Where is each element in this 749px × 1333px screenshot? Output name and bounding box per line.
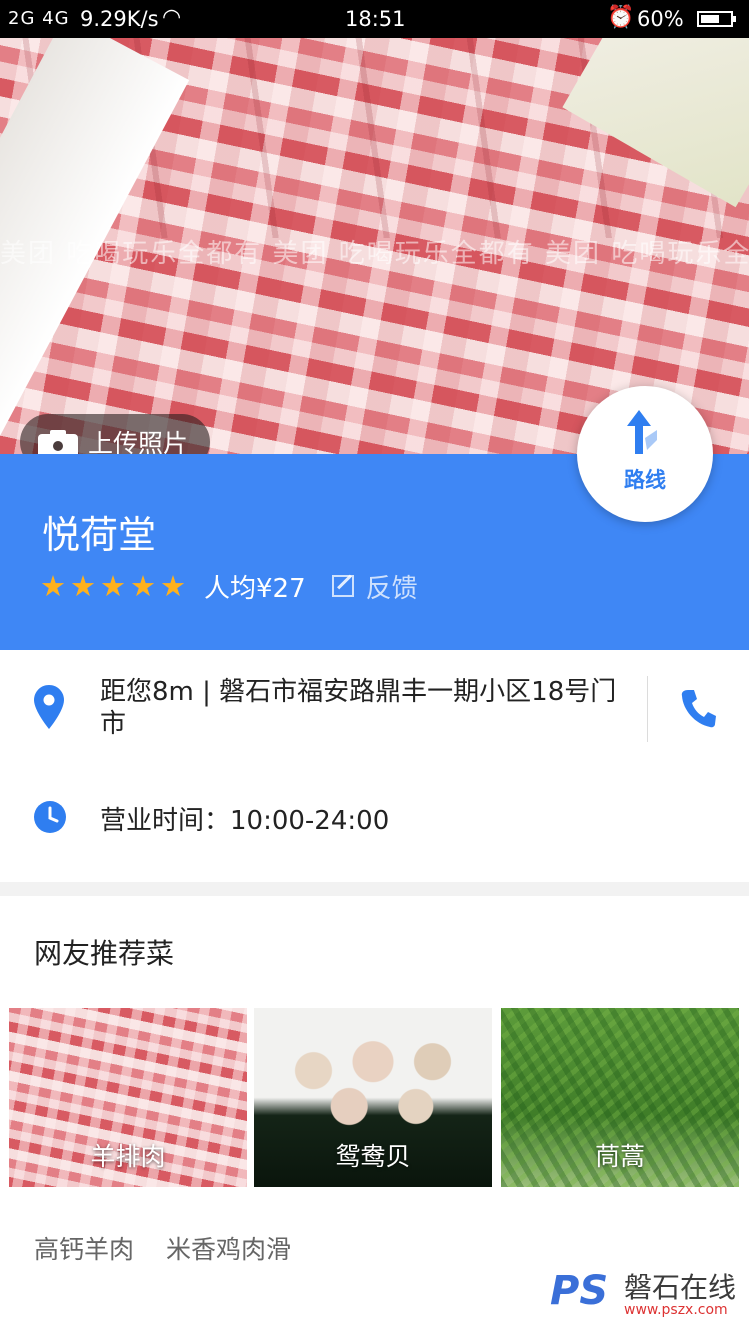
route-button[interactable]: 路线 <box>577 386 713 522</box>
recommend-title: 网友推荐菜 <box>34 937 175 970</box>
recommend-tags: 高钙羊肉 米香鸡肉滑 <box>34 1230 291 1266</box>
feedback-label: 反馈 <box>365 573 418 604</box>
logo-mark: PS <box>550 1268 609 1314</box>
section-divider <box>0 882 749 896</box>
star-icon: ★ <box>100 568 126 603</box>
dish-card[interactable]: 鸳鸯贝 <box>254 1008 492 1187</box>
logo-url: www.pszx.com <box>624 1302 728 1318</box>
star-icon: ★ <box>70 568 96 603</box>
shop-name: 悦荷堂 <box>42 513 157 557</box>
dish-tag[interactable]: 高钙羊肉 <box>34 1230 134 1266</box>
star-icon: ★ <box>130 568 156 603</box>
route-label: 路线 <box>624 468 666 492</box>
signal-icon: 2G 4G <box>8 8 70 29</box>
camera-icon <box>38 428 78 454</box>
site-watermark-logo: PS 磐石在线 www.pszx.com <box>550 1264 745 1324</box>
alarm-icon: ⏰ <box>607 5 635 30</box>
address-row[interactable]: 距您8m | 磐石市福安路鼎丰一期小区18号门市 <box>0 650 749 768</box>
dish-card[interactable]: 羊排肉 <box>9 1008 247 1187</box>
star-icon: ★ <box>160 568 186 603</box>
photo-watermark: 美团 吃喝玩乐全都有 美团 吃喝玩乐全都有 美团 吃喝玩乐全都有 美团 吃喝玩乐… <box>0 239 749 269</box>
star-icon: ★ <box>40 568 66 603</box>
wifi-icon: ◠ <box>162 5 182 30</box>
photo-corner <box>562 38 749 208</box>
business-hours: 营业时间：10:00-24:00 <box>100 806 390 836</box>
dish-card[interactable]: 茼蒿 <box>501 1008 739 1187</box>
hours-row: 营业时间：10:00-24:00 <box>0 768 749 868</box>
dish-name: 羊排肉 <box>90 1142 166 1171</box>
location-pin-icon <box>34 685 64 729</box>
average-price: 人均¥27 <box>204 573 306 604</box>
star-rating: ★ ★ ★ ★ ★ <box>40 568 186 603</box>
network-speed: 9.29K/s <box>80 7 159 31</box>
status-bar: 2G 4G 9.29K/s ◠ 18:51 ⏰ 60% <box>0 0 749 38</box>
feedback-button[interactable]: 反馈 <box>331 568 418 605</box>
battery-percent: 60% <box>637 7 684 31</box>
dish-name: 茼蒿 <box>594 1142 645 1171</box>
clock-icon <box>34 801 66 833</box>
clock-time: 18:51 <box>345 7 406 31</box>
address-text: 距您8m | 磐石市福安路鼎丰一期小区18号门市 <box>100 677 617 739</box>
edit-icon <box>331 575 354 597</box>
divider <box>647 676 648 742</box>
shop-meta: ★ ★ ★ ★ ★ 人均¥27 反馈 <box>40 566 418 606</box>
phone-icon[interactable] <box>680 688 716 728</box>
battery-icon <box>697 11 736 27</box>
upload-photo-button[interactable]: 上传照片 <box>20 414 211 454</box>
upload-photo-label: 上传照片 <box>88 429 189 454</box>
route-arrow-icon <box>627 410 657 454</box>
dish-tag[interactable]: 米香鸡肉滑 <box>166 1230 291 1266</box>
dish-name: 鸳鸯贝 <box>335 1142 411 1171</box>
logo-site-name: 磐石在线 <box>624 1271 737 1304</box>
